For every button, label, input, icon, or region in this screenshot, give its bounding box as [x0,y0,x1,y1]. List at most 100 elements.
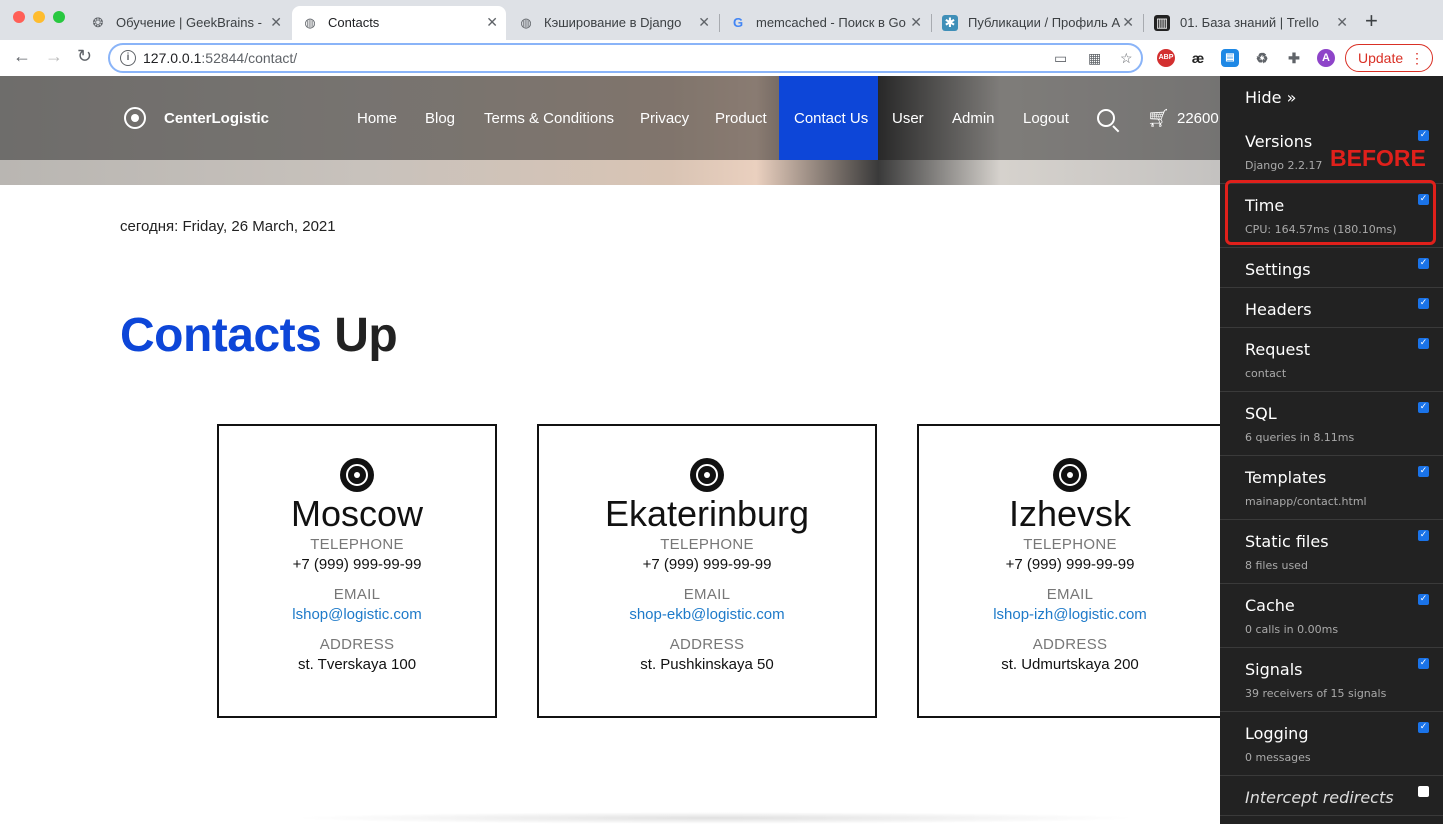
contact-card-moscow: Moscow TELEPHONE +7 (999) 999-99-99 EMAI… [217,424,497,718]
panel-sql[interactable]: SQL 6 queries in 8.11ms ✓ [1220,392,1443,456]
tab-title: Обучение | GeekBrains - [116,15,262,30]
update-button[interactable]: Update ⋮ [1345,44,1433,72]
panel-headers[interactable]: Headers ✓ [1220,288,1443,328]
ae-extension-icon[interactable]: æ [1189,49,1207,67]
panel-title[interactable]: Static files [1245,532,1329,551]
panel-settings[interactable]: Settings ✓ [1220,248,1443,288]
email-link[interactable]: lshop@logistic.com [219,604,495,626]
panel-subtitle: 6 queries in 8.11ms [1245,431,1355,444]
cart-icon[interactable]: 🛒︎ [1147,108,1170,129]
close-icon[interactable]: ✕ [910,14,922,31]
adblock-plus-icon[interactable]: ABP [1157,49,1175,67]
wheel-icon [690,458,724,492]
page-title: Contacts Up [120,309,398,362]
address-label: ADDRESS [669,636,745,653]
habr-icon: ✱ [942,15,958,31]
close-icon[interactable]: ✕ [698,14,710,31]
panel-title[interactable]: Logging [1245,724,1308,743]
tab-django-caching[interactable]: ◍ Кэширование в Django ✕ [508,6,718,40]
tab-memcached-search[interactable]: G memcached - Поиск в Go ✕ [720,6,930,40]
reader-extension-icon[interactable]: ▤ [1221,49,1239,67]
panel-toggle-checkbox[interactable]: ✓ [1418,338,1429,349]
nav-privacy[interactable]: Privacy [640,110,689,127]
tab-habr-profile[interactable]: ✱ Публикации / Профиль A ✕ [932,6,1142,40]
logo-icon[interactable] [124,107,146,129]
more-menu-icon[interactable]: ⋮ [1410,45,1424,71]
tab-trello[interactable]: ▥ 01. База знаний | Trello ✕ [1144,6,1356,40]
close-window-button[interactable] [13,11,25,23]
cast-icon[interactable]: ▭ [1054,50,1067,67]
nav-admin[interactable]: Admin [952,110,995,127]
panel-title[interactable]: Signals [1245,660,1302,679]
panel-toggle-checkbox[interactable]: ✓ [1418,130,1429,141]
panel-title[interactable]: Headers [1245,300,1312,319]
panel-signals[interactable]: Signals 39 receivers of 15 signals ✓ [1220,648,1443,712]
minimize-window-button[interactable] [33,11,45,23]
panel-cache[interactable]: Cache 0 calls in 0.00ms ✓ [1220,584,1443,648]
close-icon[interactable]: ✕ [1122,14,1134,31]
qr-code-icon[interactable]: ▦ [1088,50,1101,67]
email-link[interactable]: lshop-izh@logistic.com [919,604,1221,626]
panel-toggle-checkbox[interactable] [1418,786,1429,797]
panel-toggle-checkbox[interactable]: ✓ [1418,258,1429,269]
panel-toggle-checkbox[interactable]: ✓ [1418,466,1429,477]
zoom-window-button[interactable] [53,11,65,23]
telephone-label: TELEPHONE [310,536,404,553]
browser-toolbar: ← → ↻ i 127.0.0.1:52844/contact/ ▭ ▦ ☆ A… [0,40,1443,77]
panel-templates[interactable]: Templates mainapp/contact.html ✓ [1220,456,1443,520]
search-icon[interactable] [1097,109,1115,127]
panel-title[interactable]: Settings [1245,260,1311,279]
geekbrains-icon: ❂ [92,15,104,30]
nav-product[interactable]: Product [715,110,767,127]
panel-static-files[interactable]: Static files 8 files used ✓ [1220,520,1443,584]
panel-toggle-checkbox[interactable]: ✓ [1418,298,1429,309]
telephone-label: TELEPHONE [1023,536,1117,553]
panel-toggle-checkbox[interactable]: ✓ [1418,594,1429,605]
reload-button[interactable]: ↻ [77,46,92,67]
close-icon[interactable]: ✕ [486,14,498,31]
google-icon: G [732,15,744,30]
panel-toggle-checkbox[interactable]: ✓ [1418,530,1429,541]
nav-user[interactable]: User [892,110,924,127]
nav-blog[interactable]: Blog [425,110,455,127]
close-icon[interactable]: ✕ [270,14,282,31]
panel-toggle-checkbox[interactable]: ✓ [1418,402,1429,413]
bookmark-star-icon[interactable]: ☆ [1120,50,1133,67]
new-tab-button[interactable]: + [1365,8,1378,34]
nav-contact-us[interactable]: Contact Us [794,110,868,127]
panel-toggle-checkbox[interactable]: ✓ [1418,722,1429,733]
panel-title[interactable]: Templates [1245,468,1326,487]
forward-button[interactable]: → [45,46,63,67]
panel-subtitle: 8 files used [1245,559,1308,572]
profile-avatar[interactable]: A [1317,49,1335,67]
back-button[interactable]: ← [13,46,31,67]
panel-intercept-redirects[interactable]: Intercept redirects [1220,776,1443,816]
panel-title[interactable]: Versions [1245,132,1312,151]
panel-title[interactable]: SQL [1245,404,1277,423]
panel-title[interactable]: Request [1245,340,1310,359]
email-label: EMAIL [1046,586,1094,603]
email-link[interactable]: shop-ekb@logistic.com [539,604,875,626]
nav-terms[interactable]: Terms & Conditions [484,110,614,127]
panel-toggle-checkbox[interactable]: ✓ [1418,658,1429,669]
panel-title[interactable]: Intercept redirects [1245,788,1394,807]
info-icon[interactable]: i [120,50,136,66]
hide-toolbar-link[interactable]: Hide » [1245,88,1296,107]
nav-logout[interactable]: Logout [1023,110,1069,127]
panel-request[interactable]: Request contact ✓ [1220,328,1443,392]
tab-contacts[interactable]: ◍ Contacts ✕ [292,6,506,40]
nav-home[interactable]: Home [357,110,397,127]
tab-title: memcached - Поиск в Go [756,15,906,30]
tab-geekbrains[interactable]: ❂ Обучение | GeekBrains - ✕ [80,6,290,40]
panel-logging[interactable]: Logging 0 messages ✓ [1220,712,1443,776]
panel-title[interactable]: Cache [1245,596,1295,615]
address-value: st. Tverskaya 100 [297,656,417,673]
recycle-extension-icon[interactable]: ♻ [1253,49,1271,67]
tab-title: 01. База знаний | Trello [1180,15,1319,30]
puzzle-extensions-icon[interactable]: ✚ [1285,49,1303,67]
close-icon[interactable]: ✕ [1336,14,1348,31]
site-logo[interactable]: CenterLogistic [164,110,269,127]
url-text[interactable]: 127.0.0.1:52844/contact/ [143,50,297,66]
panel-subtitle: Django 2.2.17 [1245,159,1323,172]
address-bar[interactable]: i 127.0.0.1:52844/contact/ ▭ ▦ ☆ [108,43,1143,73]
